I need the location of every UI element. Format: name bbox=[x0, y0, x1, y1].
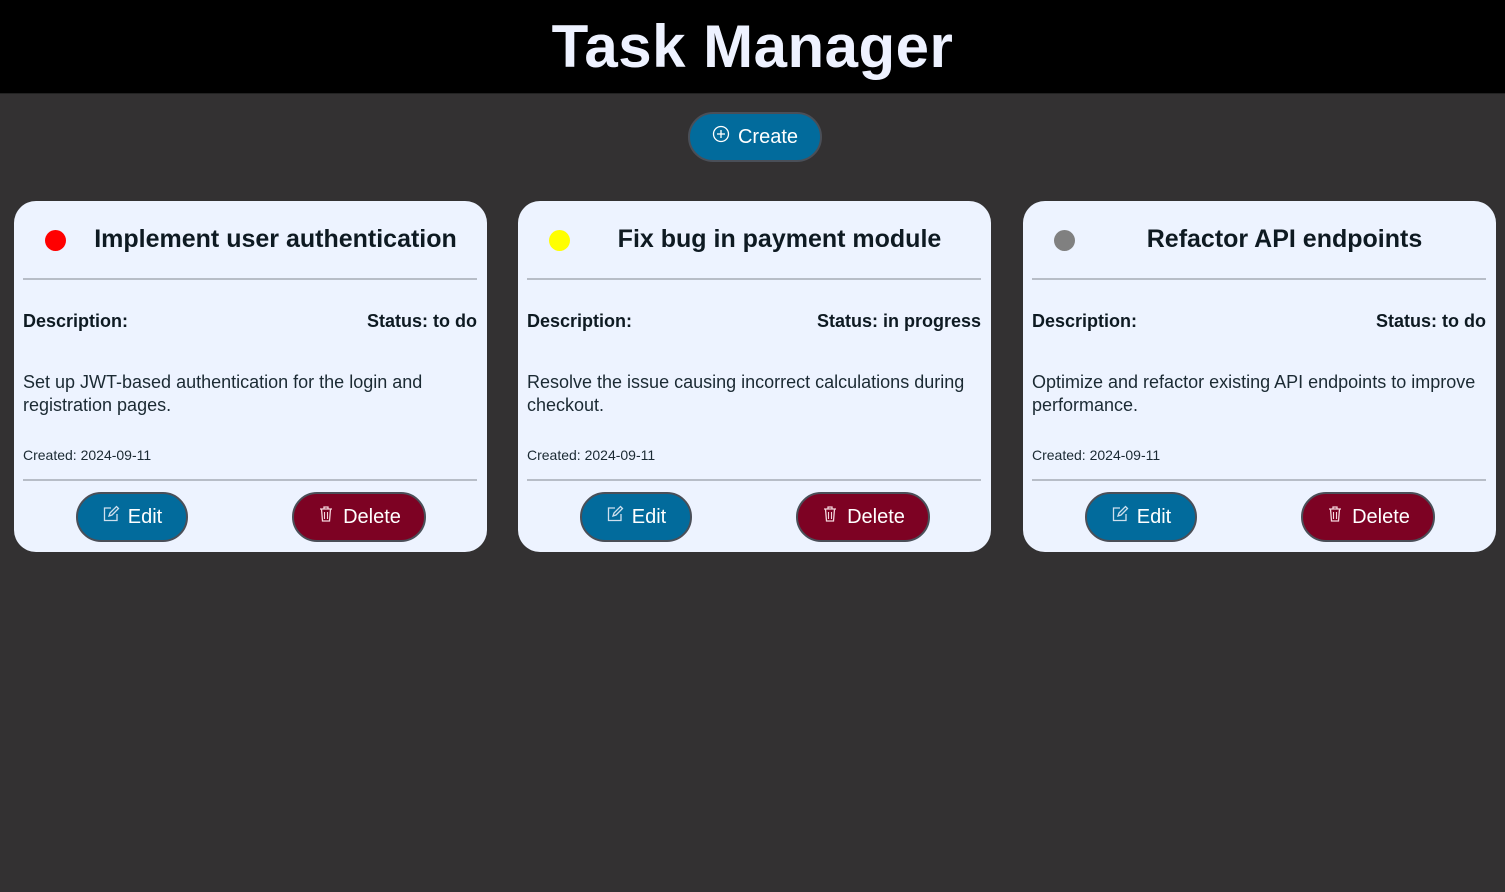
divider bbox=[23, 278, 477, 280]
create-task-button[interactable]: Create bbox=[688, 112, 822, 162]
task-title: Refactor API endpoints bbox=[1146, 225, 1423, 253]
task-description: Set up JWT-based authentication for the … bbox=[23, 372, 423, 415]
edit-button[interactable]: Edit bbox=[76, 492, 188, 542]
task-description: Resolve the issue causing incorrect calc… bbox=[527, 372, 965, 415]
priority-indicator bbox=[549, 230, 570, 251]
trash-icon bbox=[1326, 505, 1344, 523]
created-date: Created: 2024-09-11 bbox=[1032, 447, 1161, 463]
divider bbox=[1032, 479, 1486, 481]
page-title: Task Manager bbox=[551, 13, 954, 80]
task-description: Optimize and refactor existing API endpo… bbox=[1032, 372, 1476, 415]
divider bbox=[527, 479, 981, 481]
divider bbox=[1032, 278, 1486, 280]
priority-indicator bbox=[45, 230, 66, 251]
created-date: Created: 2024-09-11 bbox=[527, 447, 656, 463]
edit-button[interactable]: Edit bbox=[1085, 492, 1197, 542]
delete-button-label: Delete bbox=[1352, 505, 1410, 528]
edit-button-label: Edit bbox=[631, 505, 667, 528]
edit-button-label: Edit bbox=[1136, 505, 1172, 528]
plus-circle-icon bbox=[712, 125, 730, 143]
description-label: Description: bbox=[23, 311, 129, 331]
delete-button-label: Delete bbox=[847, 505, 905, 528]
trash-icon bbox=[821, 505, 839, 523]
created-date: Created: 2024-09-11 bbox=[23, 447, 152, 463]
description-label: Description: bbox=[1032, 311, 1138, 331]
task-title: Fix bug in payment module bbox=[617, 225, 942, 253]
status-text: Status: in progress bbox=[816, 311, 981, 331]
task-card: Implement user authentication Descriptio… bbox=[14, 201, 487, 552]
status-text: Status: to do bbox=[1376, 311, 1486, 331]
description-label: Description: bbox=[527, 311, 633, 331]
task-title: Implement user authentication bbox=[94, 225, 457, 253]
delete-button[interactable]: Delete bbox=[292, 492, 426, 542]
edit-icon bbox=[1111, 505, 1129, 523]
edit-icon bbox=[606, 505, 624, 523]
create-button-label: Create bbox=[737, 125, 799, 148]
delete-button[interactable]: Delete bbox=[1301, 492, 1435, 542]
divider bbox=[23, 479, 477, 481]
edit-button-label: Edit bbox=[127, 505, 163, 528]
trash-icon bbox=[317, 505, 335, 523]
status-text: Status: to do bbox=[367, 311, 477, 331]
edit-button[interactable]: Edit bbox=[580, 492, 692, 542]
delete-button[interactable]: Delete bbox=[796, 492, 930, 542]
divider bbox=[527, 278, 981, 280]
priority-indicator bbox=[1054, 230, 1075, 251]
task-card: Refactor API endpoints Description: Stat… bbox=[1023, 201, 1496, 552]
delete-button-label: Delete bbox=[343, 505, 401, 528]
task-card: Fix bug in payment module Description: S… bbox=[518, 201, 991, 552]
edit-icon bbox=[102, 505, 120, 523]
app-header: Task Manager bbox=[0, 0, 1505, 94]
